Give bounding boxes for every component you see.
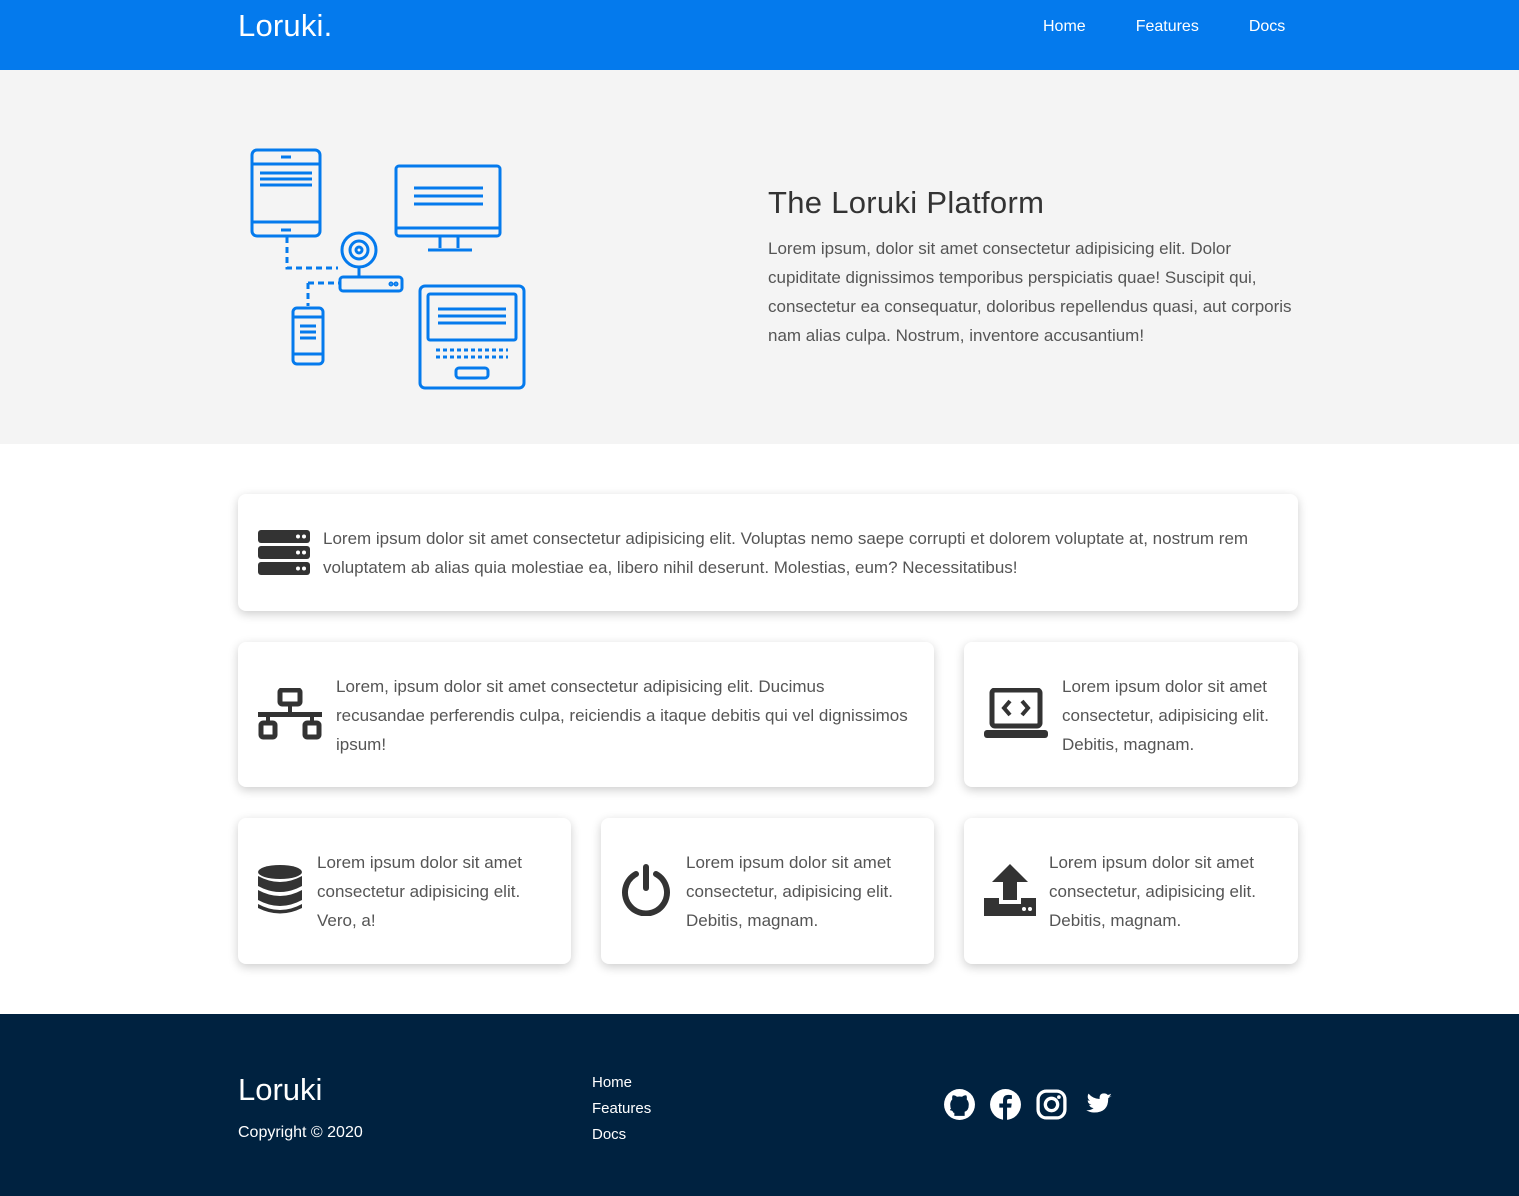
- facebook-icon[interactable]: [989, 1088, 1022, 1121]
- showcase-title: The Loruki Platform: [768, 185, 1045, 220]
- footer-nav: Home Features Docs: [592, 1070, 651, 1148]
- database-icon: [258, 865, 302, 914]
- navbar: Loruki. Home Features Docs: [0, 0, 1519, 70]
- devices-network-icon: [250, 148, 526, 390]
- showcase: The Loruki Platform Lorem ipsum, dolor s…: [0, 70, 1519, 444]
- server-icon: [258, 530, 310, 575]
- feature-text: Lorem ipsum dolor sit amet consectetur, …: [1049, 853, 1256, 930]
- main-nav: Home Features Docs: [1043, 17, 1285, 37]
- footer-link-home[interactable]: Home: [592, 1070, 651, 1096]
- nav-link-features[interactable]: Features: [1136, 17, 1199, 37]
- power-off-icon: [622, 864, 670, 916]
- showcase-text: Lorem ipsum, dolor sit amet consectetur …: [768, 239, 1292, 345]
- laptop-code-icon: [984, 688, 1048, 738]
- footer-copyright: Copyright © 2020: [238, 1124, 363, 1141]
- feature-card-upload: Lorem ipsum dolor sit amet consectetur, …: [964, 818, 1298, 964]
- github-icon[interactable]: [943, 1088, 976, 1121]
- feature-card-database: Lorem ipsum dolor sit amet consectetur a…: [238, 818, 571, 964]
- feature-card-network: Lorem, ipsum dolor sit amet consectetur …: [238, 642, 934, 787]
- feature-card-power: Lorem ipsum dolor sit amet consectetur, …: [601, 818, 934, 964]
- feature-text: Lorem ipsum dolor sit amet consectetur a…: [317, 853, 523, 930]
- feature-text: Lorem ipsum dolor sit amet consectetur a…: [323, 529, 1249, 577]
- nav-link-home[interactable]: Home: [1043, 17, 1086, 37]
- footer: Loruki Copyright © 2020 Home Features Do…: [0, 1014, 1519, 1196]
- instagram-icon[interactable]: [1035, 1088, 1068, 1121]
- logo[interactable]: Loruki.: [238, 8, 332, 44]
- feature-text: Lorem ipsum dolor sit amet consectetur, …: [686, 853, 893, 930]
- footer-brand: Loruki: [238, 1072, 323, 1107]
- network-wired-icon: [258, 688, 322, 740]
- feature-text: Lorem ipsum dolor sit amet consectetur, …: [1062, 677, 1269, 754]
- nav-link-docs[interactable]: Docs: [1249, 17, 1285, 37]
- footer-link-docs[interactable]: Docs: [592, 1122, 651, 1148]
- social-links: [943, 1088, 1127, 1121]
- footer-link-features[interactable]: Features: [592, 1096, 651, 1122]
- upload-icon: [984, 864, 1036, 916]
- feature-card-laptop-code: Lorem ipsum dolor sit amet consectetur, …: [964, 642, 1298, 787]
- twitter-icon[interactable]: [1081, 1088, 1114, 1121]
- feature-card-server: Lorem ipsum dolor sit amet consectetur a…: [238, 494, 1298, 611]
- feature-text: Lorem, ipsum dolor sit amet consectetur …: [336, 677, 908, 754]
